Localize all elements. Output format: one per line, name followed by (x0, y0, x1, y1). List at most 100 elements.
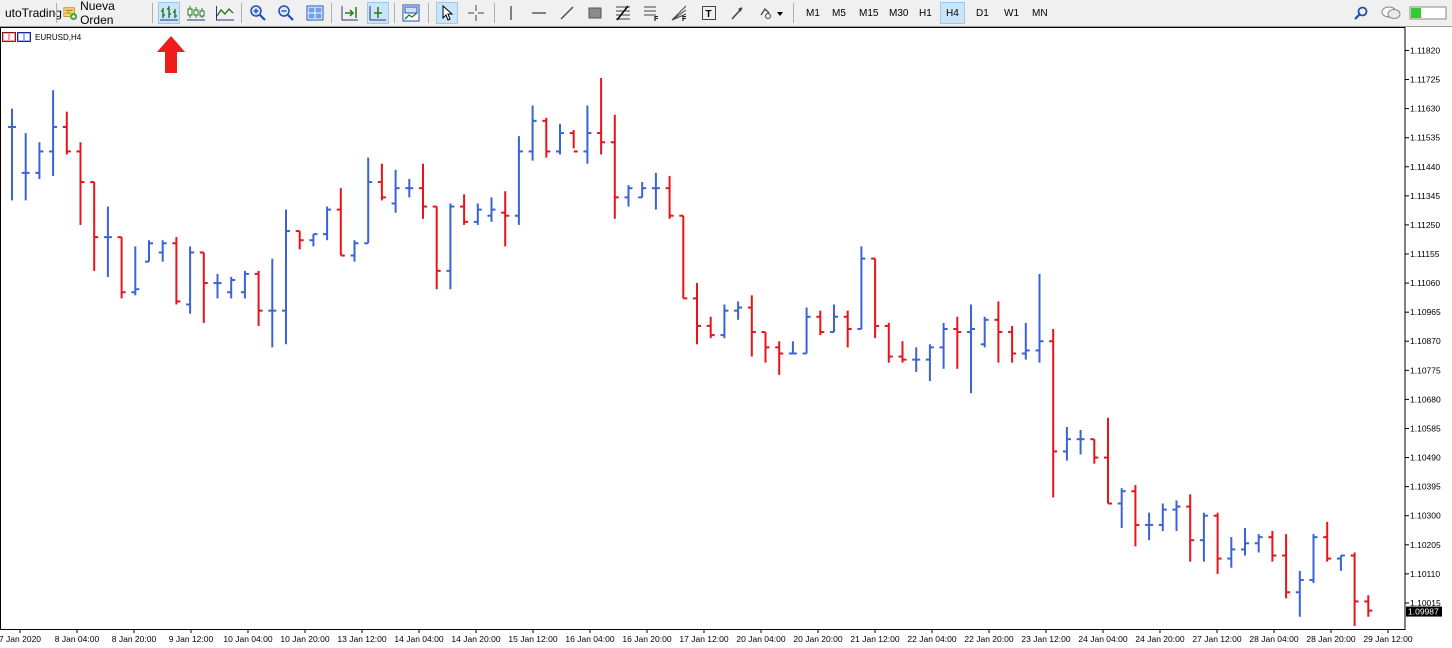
toolbar-separator (428, 3, 429, 23)
ohlc-bar (473, 203, 482, 225)
ohlc-bar (953, 316, 962, 369)
fibo-expansion-button[interactable]: F (640, 2, 662, 24)
zoom-out-button[interactable] (275, 2, 297, 24)
x-tick-label: 22 Jan 20:00 (964, 634, 1013, 644)
svg-text:F: F (682, 16, 687, 22)
ohlc-bar (843, 310, 852, 348)
ohlc-bar (556, 123, 564, 155)
timeframe-h4[interactable]: H4 (940, 2, 965, 24)
timeframe-m15[interactable]: M15 (853, 2, 884, 24)
horizontal-line-button[interactable] (528, 2, 550, 24)
toolbar: utoTrading Nueva Orden F F T M1 M5 M15 M… (0, 0, 1452, 27)
ohlc-bar (487, 197, 496, 222)
chart-shift-button[interactable] (339, 2, 361, 24)
new-order-icon (63, 7, 78, 21)
tile-windows-icon (306, 5, 324, 21)
ohlc-bar (665, 175, 674, 219)
x-tick-label: 20 Jan 20:00 (793, 634, 842, 644)
ohlc-bar (830, 304, 838, 334)
y-tick-label: 1.10965 (1410, 307, 1441, 317)
trendline-icon (560, 6, 574, 20)
ohlc-bar (268, 258, 277, 348)
signal-indicator (1408, 2, 1448, 24)
ohlc-bar (186, 246, 195, 314)
ohlc-bar (158, 240, 167, 262)
search-button[interactable] (1350, 2, 1372, 24)
arrow-icon (731, 7, 743, 20)
ohlc-bar (1186, 494, 1195, 562)
vertical-line-button[interactable] (500, 2, 522, 24)
ohlc-bar (747, 295, 756, 357)
fibonacci-button[interactable] (612, 2, 634, 24)
ohlc-bar (501, 191, 510, 247)
fibo-fan-button[interactable]: F (668, 2, 690, 24)
timeframe-m5[interactable]: M5 (826, 2, 852, 24)
ohlc-bar (1062, 426, 1071, 461)
zoom-in-button[interactable] (247, 2, 269, 24)
timeframe-d1[interactable]: D1 (970, 2, 995, 24)
ohlc-bar (460, 194, 469, 225)
ohlc-bar (967, 304, 975, 394)
crosshair-button[interactable] (465, 2, 487, 24)
tile-windows-button[interactable] (304, 2, 326, 24)
timeframe-h1[interactable]: H1 (913, 2, 938, 24)
bar-chart-button[interactable] (158, 2, 180, 24)
templates-button[interactable] (400, 2, 422, 24)
ohlc-bar (1350, 552, 1359, 626)
ohlc-bar (1104, 417, 1112, 505)
svg-text:F: F (654, 16, 659, 22)
toolbar-separator (152, 3, 153, 23)
ohlc-bar (569, 130, 578, 153)
ohlc-bar (254, 270, 263, 326)
ohlc-bar (227, 276, 236, 299)
fibo-expansion-icon: F (644, 6, 659, 22)
timeframe-mn[interactable]: MN (1026, 2, 1054, 24)
rectangle-icon (588, 7, 602, 19)
ohlc-bar (610, 114, 619, 219)
crosshair-icon (468, 5, 484, 21)
x-tick-label: 14 Jan 04:00 (394, 634, 443, 644)
timeframe-m1[interactable]: M1 (800, 2, 826, 24)
templates-icon (402, 4, 420, 22)
ohlc-bar (1268, 531, 1277, 562)
chat-button[interactable] (1380, 2, 1402, 24)
autotrading-label: utoTrading (5, 6, 62, 20)
ohlc-bar (145, 240, 153, 263)
autotrading-button[interactable]: utoTrading (0, 2, 62, 24)
text-button[interactable]: T (698, 2, 720, 24)
rectangle-button[interactable] (584, 2, 606, 24)
y-tick-label: 1.10585 (1410, 423, 1441, 433)
cursor-button[interactable] (436, 2, 458, 24)
price-chart[interactable]: 1.11820 1.11725 1.11630 1.11535 1.11440 1.113… (0, 27, 1452, 648)
timeframe-m30[interactable]: M30 (883, 2, 914, 24)
zoom-in-icon (250, 5, 266, 21)
ohlc-bar (1076, 430, 1085, 455)
toolbar-separator (331, 3, 332, 23)
timeframe-label: H4 (946, 7, 959, 19)
autoscroll-button[interactable] (367, 2, 389, 24)
candlestick-button[interactable] (185, 2, 207, 24)
ohlc-bar (1241, 527, 1249, 556)
line-chart-button[interactable] (214, 2, 236, 24)
new-order-button[interactable]: Nueva Orden (58, 0, 148, 27)
arrow-button[interactable] (726, 2, 748, 24)
trendline-button[interactable] (556, 2, 578, 24)
chart-area[interactable]: 1.11820 1.11725 1.11630 1.11535 1.11440 1.113… (0, 27, 1452, 648)
ohlc-bar (1213, 512, 1222, 574)
ohlc-bar (693, 283, 701, 345)
x-tick-label: 28 Jan 04:00 (1249, 634, 1298, 644)
ohlc-bar (323, 206, 332, 241)
timeframe-w1[interactable]: W1 (998, 2, 1025, 24)
ohlc-bar (1117, 488, 1126, 528)
ohlc-bar (994, 301, 1003, 363)
shapes-dropdown-button[interactable] (755, 2, 789, 24)
ohlc-bar (939, 322, 948, 369)
ohlc-bar (364, 157, 373, 245)
y-tick-label: 1.11630 (1410, 104, 1440, 114)
ohlc-bar (597, 77, 606, 155)
candlestick-icon (187, 6, 205, 21)
ohlc-bar (350, 240, 359, 262)
ohlc-bar (62, 111, 71, 155)
search-icon (1354, 6, 1368, 20)
ohlc-bar (980, 316, 989, 348)
